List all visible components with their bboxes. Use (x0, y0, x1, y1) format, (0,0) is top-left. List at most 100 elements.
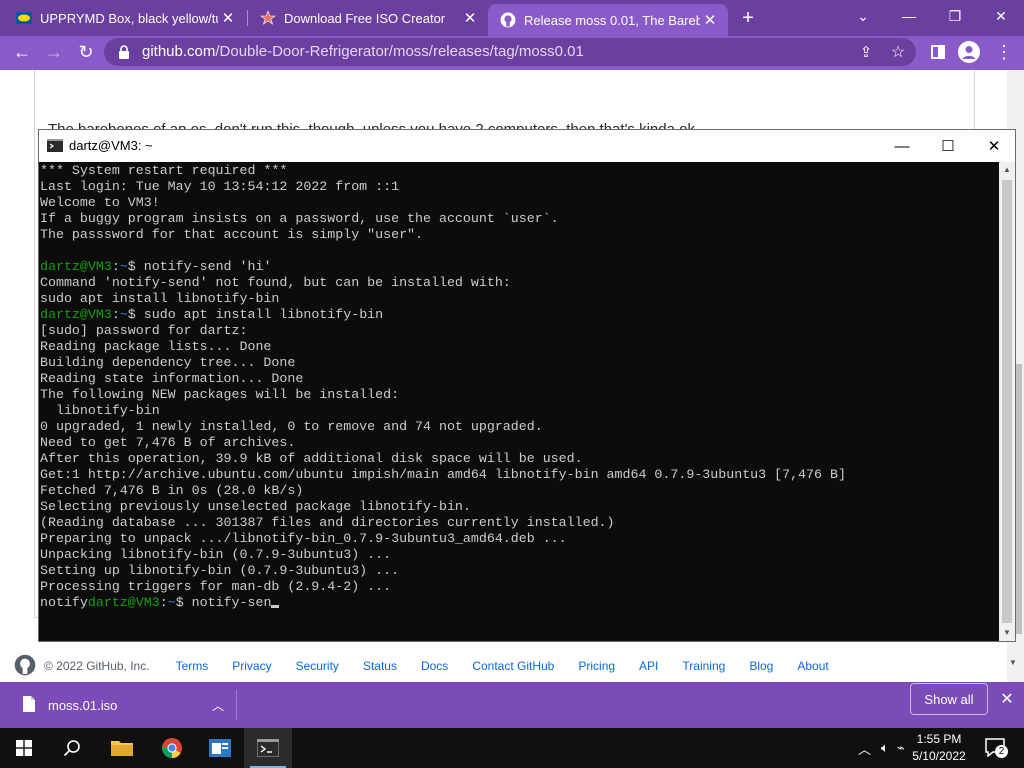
close-downloads-icon[interactable]: ✕ (996, 688, 1018, 710)
tab-title: Release moss 0.01, The Barebones (524, 12, 700, 28)
file-explorer-icon[interactable] (98, 728, 146, 768)
tab-ikea[interactable]: UPPRYMD Box, black yellow/turquoise ✕ (4, 4, 246, 32)
terminal-title: dartz@VM3: ~ (69, 138, 153, 153)
chrome-icon[interactable] (148, 728, 196, 768)
clock-date: 5/10/2022 (912, 749, 966, 763)
forward-arrow-icon[interactable]: → (40, 39, 68, 65)
scroll-down-icon[interactable]: ▼ (1009, 658, 1017, 667)
terminal-line: After this operation, 39.9 kB of additio… (40, 451, 583, 466)
terminal-line: 0 upgraded, 1 newly installed, 0 to remo… (40, 419, 543, 434)
notification-count: 2 (995, 745, 1008, 758)
terminal-line: *** System restart required *** (40, 163, 288, 178)
prompt-path: ~ (119, 307, 128, 322)
footer-link-blog[interactable]: Blog (749, 659, 773, 673)
lock-icon[interactable] (118, 45, 132, 61)
tab-moss-release[interactable]: Release moss 0.01, The Barebones ✕ (488, 4, 728, 36)
prompt-user: dartz@VM3 (40, 259, 112, 274)
close-tab-icon[interactable]: ✕ (218, 9, 238, 27)
show-all-button[interactable]: Show all (910, 683, 988, 715)
terminal-line: The passsword for that account is simply… (40, 227, 424, 242)
terminal-titlebar[interactable] (39, 130, 1015, 162)
file-icon (22, 695, 36, 716)
tab-search-icon[interactable]: ⌄ (840, 0, 886, 32)
volume-icon[interactable]: 🔈︎ (881, 740, 889, 756)
terminal-window[interactable]: dartz@VM3: ~ — ☐ ✕ *** System restart re… (38, 129, 1016, 642)
terminal-line: Preparing to unpack .../libnotify-bin_0.… (40, 531, 567, 546)
back-arrow-icon[interactable]: ← (8, 39, 36, 65)
bookmark-star-icon[interactable]: ☆ (884, 39, 912, 65)
star-icon (260, 10, 276, 26)
footer-link-contact[interactable]: Contact GitHub (472, 659, 554, 673)
terminal-line: Fetched 7,476 B in 0s (28.0 kB/s) (40, 483, 304, 498)
terminal-taskbar-icon[interactable] (244, 728, 292, 768)
terminal-line: Need to get 7,476 B of archives. (40, 435, 296, 450)
notifications-icon[interactable]: 2 (984, 737, 1008, 759)
footer-copyright: © 2022 GitHub, Inc. (44, 659, 150, 673)
terminal-close-icon[interactable]: ✕ (971, 130, 1017, 162)
terminal-scrollbar-thumb[interactable] (1002, 180, 1012, 623)
terminal-line: Setting up libnotify-bin (0.7.9-3ubuntu3… (40, 563, 400, 578)
tab-title: Download Free ISO Creator (284, 10, 446, 26)
terminal-maximize-icon[interactable]: ☐ (925, 130, 971, 162)
terminal-scroll-up-icon[interactable]: ▲ (1003, 165, 1011, 174)
terminal-line: The following NEW packages will be insta… (40, 387, 400, 402)
terminal-line: Processing triggers for man-db (2.9.4-2)… (40, 579, 392, 594)
terminal-app-icon (47, 139, 63, 157)
footer-link-api[interactable]: API (639, 659, 658, 673)
tab-iso-creator[interactable]: Download Free ISO Creator ✕ (248, 4, 488, 32)
terminal-input-line[interactable]: notifydartz@VM3:~$ notify-sen (40, 595, 999, 611)
terminal-scroll-down-icon[interactable]: ▼ (1003, 628, 1011, 637)
clock-time: 1:55 PM (916, 732, 962, 746)
document-app-icon[interactable] (196, 728, 244, 768)
restore-icon[interactable]: ❐ (932, 0, 978, 32)
menu-dots-icon[interactable]: ⋮ (990, 39, 1018, 65)
download-item[interactable]: moss.01.iso ︿ (14, 688, 236, 722)
footer-link-docs[interactable]: Docs (421, 659, 448, 673)
taskbar-clock[interactable]: 1:55 PM 5/10/2022 (904, 731, 974, 765)
terminal-line: (Reading database ... 301387 files and d… (40, 515, 615, 530)
terminal-line: [sudo] password for dartz: (40, 323, 248, 338)
terminal-line: If a buggy program insists on a password… (40, 211, 559, 226)
terminal-minimize-icon[interactable]: — (879, 130, 925, 162)
terminal-line: Get:1 http://archive.ubuntu.com/ubuntu i… (40, 467, 846, 482)
new-tab-button[interactable]: + (736, 6, 760, 30)
profile-avatar-icon[interactable] (955, 39, 983, 65)
download-filename: moss.01.iso (48, 697, 118, 713)
chevron-up-tray-icon[interactable]: ︿ (858, 739, 871, 758)
footer-link-pricing[interactable]: Pricing (578, 659, 615, 673)
terminal-line: libnotify-bin (40, 403, 160, 418)
footer-link-privacy[interactable]: Privacy (232, 659, 271, 673)
close-tab-icon[interactable]: ✕ (460, 9, 480, 27)
github-footer: © 2022 GitHub, Inc. Terms Privacy Securi… (14, 654, 914, 678)
footer-link-status[interactable]: Status (363, 659, 397, 673)
close-window-icon[interactable]: ✕ (978, 0, 1024, 32)
footer-link-about[interactable]: About (797, 659, 828, 673)
share-icon[interactable]: ⇪ (852, 39, 880, 65)
footer-link-training[interactable]: Training (682, 659, 725, 673)
minimize-icon[interactable]: — (886, 0, 932, 32)
github-logo-icon[interactable] (14, 654, 36, 679)
search-icon[interactable] (48, 728, 96, 768)
text-cursor (271, 605, 280, 608)
side-panel-icon[interactable] (924, 39, 952, 65)
terminal-line: Unpacking libnotify-bin (0.7.9-3ubuntu3)… (40, 547, 392, 562)
url-domain: github.com (142, 43, 216, 60)
close-tab-icon[interactable]: ✕ (700, 11, 720, 29)
reload-icon[interactable]: ↻ (72, 39, 100, 65)
terminal-line: Welcome to VM3! (40, 195, 160, 210)
chevron-up-icon[interactable]: ︿ (212, 697, 224, 714)
windows-start-icon[interactable] (0, 728, 48, 768)
footer-link-terms[interactable]: Terms (176, 659, 209, 673)
ikea-icon (16, 10, 32, 26)
footer-link-security[interactable]: Security (296, 659, 339, 673)
terminal-output[interactable]: *** System restart required *** Last logi… (39, 162, 999, 641)
terminal-line: dartz@VM3:~$ notify-send 'hi' (40, 259, 272, 274)
url-text: github.com/Double-Door-Refrigerator/moss… (142, 43, 584, 60)
tab-title: UPPRYMD Box, black yellow/turquoise (40, 10, 218, 26)
prompt-user: dartz@VM3 (40, 307, 112, 322)
github-icon (500, 12, 516, 28)
terminal-line: Last login: Tue May 10 13:54:12 2022 fro… (40, 179, 400, 194)
terminal-line: Reading state information... Done (40, 371, 304, 386)
terminal-line: Selecting previously unselected package … (40, 499, 471, 514)
